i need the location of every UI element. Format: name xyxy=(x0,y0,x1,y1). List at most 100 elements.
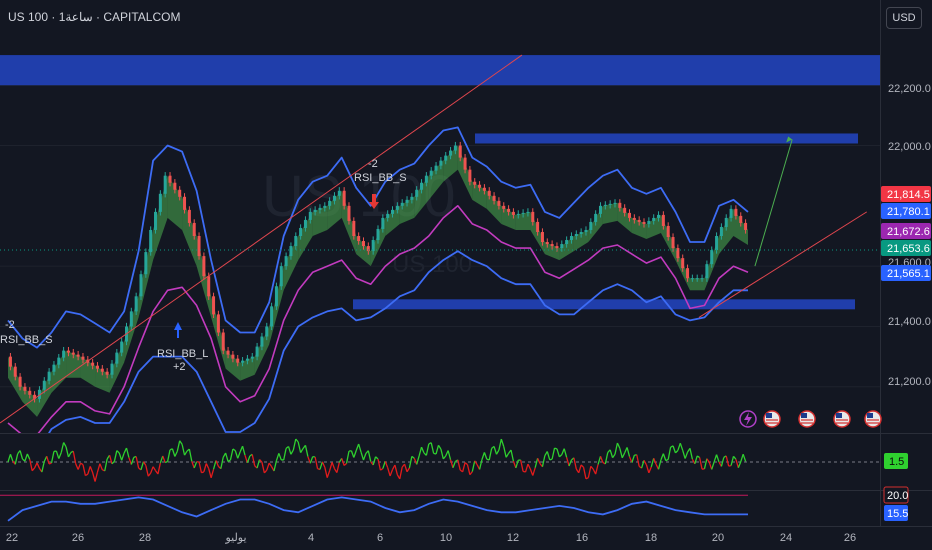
candle-body xyxy=(66,350,70,353)
candle-body xyxy=(565,240,569,245)
candle-body xyxy=(395,205,399,210)
price-axis-label: 21,200.0 xyxy=(888,376,931,388)
price-axis-label: 21,400.0 xyxy=(888,316,931,328)
candle-body xyxy=(226,350,230,355)
candle-body xyxy=(603,204,607,206)
svg-text:20.0: 20.0 xyxy=(887,490,908,502)
lightning-icon[interactable] xyxy=(739,410,757,428)
candle-body xyxy=(371,240,375,252)
candle-body xyxy=(594,213,598,222)
candle-body xyxy=(463,157,467,170)
time-axis-label: 18 xyxy=(645,532,657,544)
candle-body xyxy=(618,202,622,208)
candle-body xyxy=(91,362,95,366)
candle-body xyxy=(265,326,269,337)
candle-body xyxy=(444,155,448,161)
candle-body xyxy=(144,252,148,275)
currency-button[interactable]: USD xyxy=(886,7,922,29)
candle-body xyxy=(115,352,119,364)
candle-body xyxy=(555,246,559,249)
price-tag: 21,565.1 xyxy=(881,265,931,281)
price-tag: 21,814.5 xyxy=(881,186,931,202)
candle-body xyxy=(168,175,172,183)
candle-body xyxy=(497,200,501,206)
candle-body xyxy=(110,363,114,375)
candle-body xyxy=(734,208,738,216)
candle-body xyxy=(289,246,293,257)
candle-body xyxy=(410,196,414,200)
candle-body xyxy=(429,170,433,176)
candle-body xyxy=(187,209,191,223)
candle-body xyxy=(647,220,651,224)
candle-body xyxy=(744,222,748,230)
price-tag: 21,653.6 xyxy=(881,240,931,256)
candle-body xyxy=(632,217,636,220)
candle-body xyxy=(347,205,351,221)
time-axis-label: 24 xyxy=(780,532,792,544)
svg-text:21,814.5: 21,814.5 xyxy=(887,189,930,201)
time-axis-label: يوليو xyxy=(224,532,246,544)
candle-body xyxy=(695,278,699,280)
candle-body xyxy=(739,215,743,223)
us-flag-icon[interactable] xyxy=(798,410,816,428)
price-tag: 21,672.6 xyxy=(881,223,931,239)
trading-chart[interactable]: US 100 US 100 -2 RSI_BB_S -2 RSI_BB_S RS… xyxy=(0,0,932,550)
candle-body xyxy=(303,219,307,228)
candle-body xyxy=(163,175,167,194)
svg-text:1.5: 1.5 xyxy=(889,456,904,468)
signal-annotation: RSI_BB_L xyxy=(157,348,208,360)
candle-body xyxy=(526,211,530,213)
candle-body xyxy=(357,236,361,242)
candle-body xyxy=(700,278,704,280)
signal-annotation: +2 xyxy=(173,361,186,373)
candle-body xyxy=(245,358,249,361)
time-axis-label: 20 xyxy=(712,532,724,544)
candle-body xyxy=(400,202,404,206)
candle-body xyxy=(545,242,549,245)
candle-body xyxy=(705,264,709,279)
signal-annotation: RSI_BB_S xyxy=(0,334,53,346)
candle-body xyxy=(391,209,395,214)
candle-body xyxy=(62,350,66,358)
candle-body xyxy=(120,341,124,353)
us-flag-icon[interactable] xyxy=(864,410,882,428)
symbol-title[interactable]: US 100 · 1ساعة · CAPITALCOM xyxy=(8,10,180,24)
price-tag: 21,780.1 xyxy=(881,203,931,219)
oscillator-value-tag: 1.5 xyxy=(884,453,908,469)
candle-body xyxy=(47,371,51,381)
candle-body xyxy=(178,189,182,197)
candle-body xyxy=(28,390,32,395)
svg-text:21,565.1: 21,565.1 xyxy=(887,268,930,280)
candle-body xyxy=(405,199,409,203)
candle-body xyxy=(299,227,303,236)
candle-body xyxy=(690,278,694,280)
candle-body xyxy=(13,366,17,377)
candle-body xyxy=(52,364,56,372)
oscillator-value-tag: 15.5 xyxy=(884,505,908,521)
candle-body xyxy=(100,368,104,372)
candle-body xyxy=(608,203,612,205)
time-axis-label: 22 xyxy=(6,532,18,544)
candle-body xyxy=(560,244,564,249)
watermark-name: US 100 xyxy=(392,251,472,278)
candle-body xyxy=(502,205,506,209)
time-axis-label: 28 xyxy=(139,532,151,544)
candle-body xyxy=(492,195,496,201)
candle-body xyxy=(158,193,162,212)
candle-body xyxy=(274,286,278,307)
candle-body xyxy=(313,209,317,212)
support-zone xyxy=(353,299,855,310)
candle-body xyxy=(284,256,288,267)
candle-body xyxy=(328,200,332,206)
us-flag-icon[interactable] xyxy=(833,410,851,428)
candle-body xyxy=(260,336,264,347)
candle-body xyxy=(531,211,535,222)
candle-body xyxy=(134,296,138,312)
svg-text:21,653.6: 21,653.6 xyxy=(887,243,930,255)
candle-body xyxy=(352,220,356,236)
candle-body xyxy=(81,356,85,360)
candle-body xyxy=(294,236,298,247)
us-flag-icon[interactable] xyxy=(763,410,781,428)
oscillator-segment xyxy=(549,458,553,461)
svg-text:15.5: 15.5 xyxy=(887,508,908,520)
